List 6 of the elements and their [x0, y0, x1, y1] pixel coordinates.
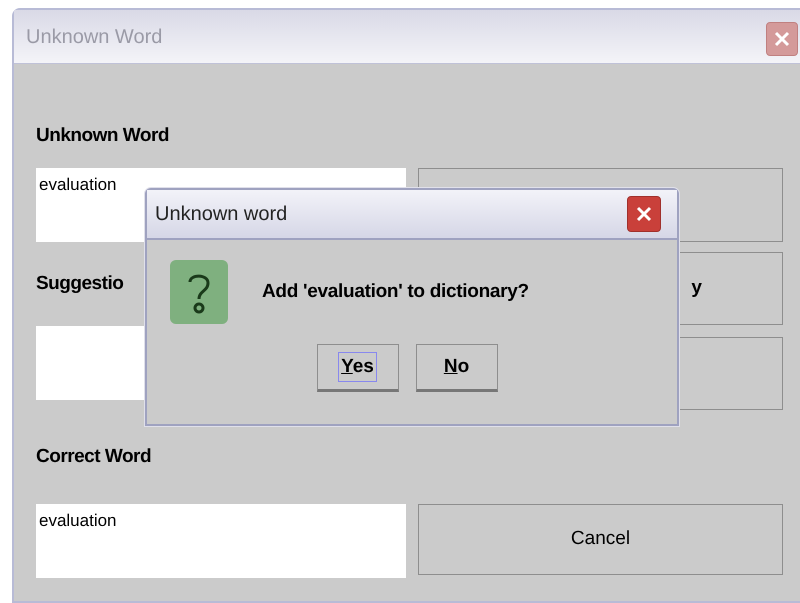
window-title: Unknown Word — [26, 24, 162, 50]
field-label: Suggestio — [36, 272, 124, 296]
dialog-title: Unknown word — [155, 202, 288, 227]
field-label: Correct Word — [36, 444, 152, 469]
dialog-message: Add 'evaluation' to dictionary? — [262, 280, 529, 304]
field-label: Unknown Word — [36, 124, 169, 148]
